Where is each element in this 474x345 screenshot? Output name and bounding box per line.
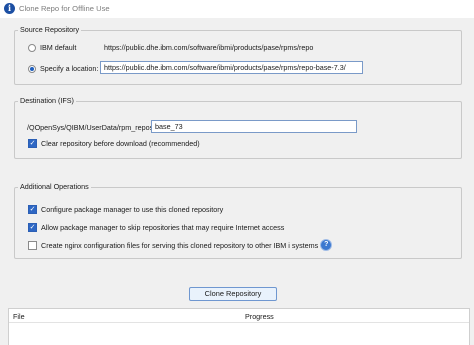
destination-path-prefix: /QOpenSys/QIBM/UserData/rpm_repos/ — [27, 123, 155, 132]
allow-skip-checkbox[interactable]: ✓ — [28, 223, 37, 232]
ibm-i-app-icon: i — [4, 3, 15, 14]
ibm-default-radio[interactable] — [28, 43, 36, 52]
clone-repository-button[interactable]: Clone Repository — [189, 287, 277, 301]
question-help-icon[interactable]: ? — [321, 240, 332, 250]
configure-pkg-mgr-label: Configure package manager to use this cl… — [41, 205, 224, 214]
nginx-config-checkbox[interactable]: ✓ — [28, 240, 37, 250]
destination-folder-input[interactable]: base_73 — [151, 120, 357, 133]
allow-skip-label: Allow package manager to skip repositori… — [41, 223, 285, 232]
ibm-default-url-text: https://public.dhe.ibm.com/software/ibmi… — [104, 43, 314, 52]
ibm-default-option[interactable]: IBM default — [28, 43, 76, 52]
clear-repo-checkbox[interactable]: ✓ — [28, 139, 37, 148]
clear-repo-label: Clear repository before download (recomm… — [41, 139, 200, 148]
specify-location-radio[interactable] — [28, 64, 36, 73]
configure-pkg-mgr-checkbox[interactable]: ✓ — [28, 205, 37, 214]
ibm-default-label: IBM default — [40, 43, 77, 52]
location-url-input[interactable]: https://public.dhe.ibm.com/software/ibmi… — [100, 61, 363, 74]
clear-repo-option[interactable]: ✓ Clear repository before download (reco… — [28, 139, 200, 148]
nginx-config-option[interactable]: ✓ Create nginx configuration files for s… — [28, 240, 332, 250]
destination-path-prefix-text: /QOpenSys/QIBM/UserData/rpm_repos/ — [27, 123, 156, 132]
configure-pkg-mgr-option[interactable]: ✓ Configure package manager to use this … — [28, 205, 223, 214]
source-repository-group: Source Repository — [14, 26, 462, 85]
column-header-progress[interactable]: Progress — [245, 312, 274, 321]
window-title: Clone Repo for Offline Use — [19, 4, 110, 13]
title-bar: i Clone Repo for Offline Use — [0, 0, 474, 18]
specify-location-option[interactable]: Specify a location: — [28, 64, 98, 73]
progress-table-header: File Progress — [9, 309, 469, 323]
additional-operations-legend: Additional Operations — [20, 182, 89, 191]
destination-legend: Destination (IFS) — [20, 96, 74, 105]
specify-location-label: Specify a location: — [40, 64, 99, 73]
column-header-file[interactable]: File — [13, 312, 25, 321]
source-repository-legend: Source Repository — [20, 25, 80, 34]
nginx-config-label: Create nginx configuration files for ser… — [41, 240, 319, 250]
allow-skip-option[interactable]: ✓ Allow package manager to skip reposito… — [28, 223, 284, 232]
ibm-default-url: https://public.dhe.ibm.com/software/ibmi… — [104, 43, 313, 52]
progress-table: File Progress — [8, 308, 470, 345]
